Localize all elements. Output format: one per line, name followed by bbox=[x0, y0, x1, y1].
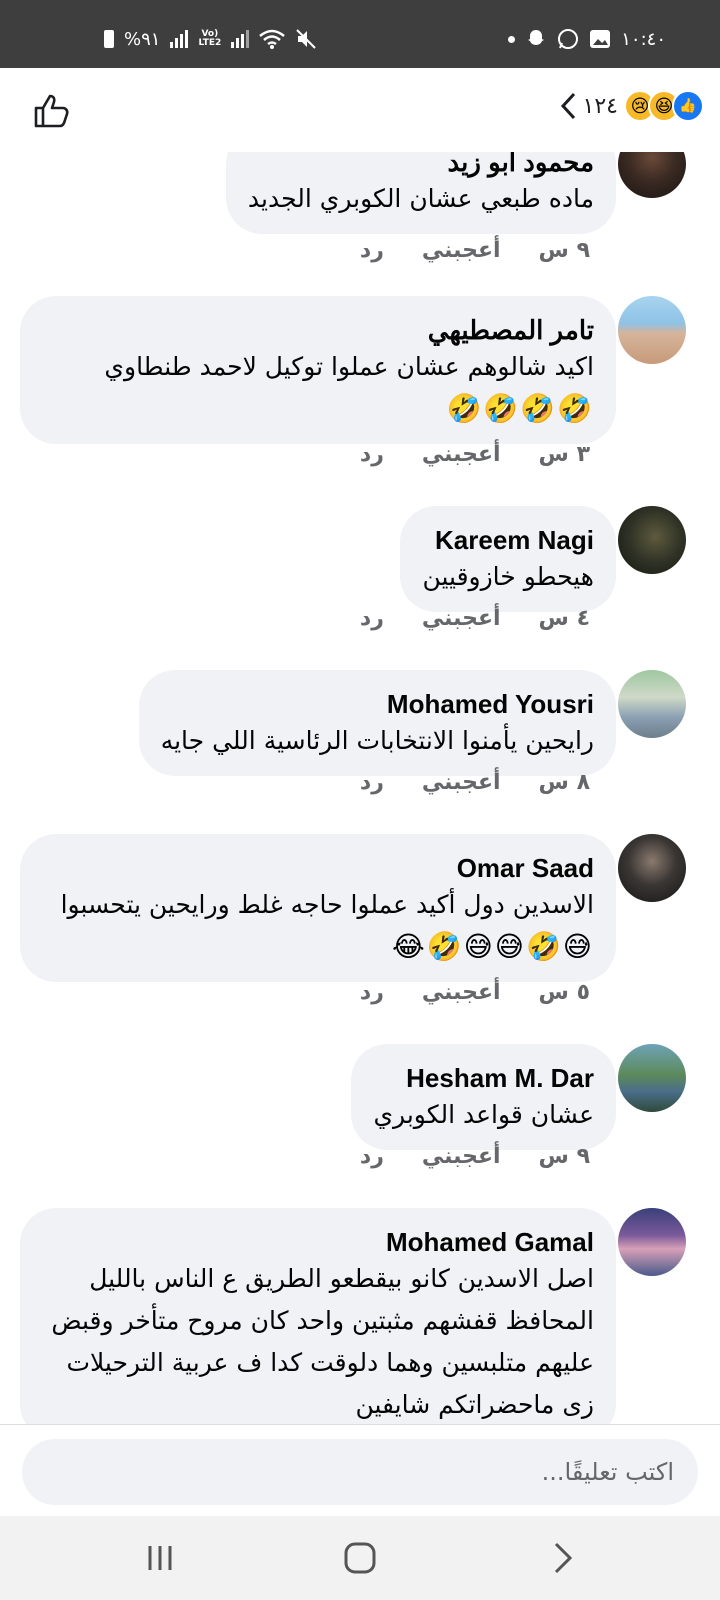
status-right: ١٠:٤٠ bbox=[508, 28, 666, 50]
comment-text: عشان قواعد الكوبري bbox=[373, 1100, 594, 1129]
comment-author[interactable]: تامر المصطيهي bbox=[42, 314, 594, 346]
reply-button[interactable]: رد bbox=[360, 980, 384, 1005]
comment-bubble: Omar Saad الاسدين دول أكيد عملوا حاجه غل… bbox=[20, 834, 616, 982]
comment-bubble: تامر المصطيهي اكيد شالوهم عشان عملوا توك… bbox=[20, 296, 616, 444]
reactions-summary[interactable]: ١٢٤ 😢 😆 👍 bbox=[559, 90, 704, 122]
comment-composer-bar bbox=[0, 1424, 720, 1517]
reply-button[interactable]: رد bbox=[360, 770, 384, 795]
avatar[interactable] bbox=[618, 296, 686, 364]
like-button[interactable]: أعجبني bbox=[422, 770, 501, 795]
avatar[interactable] bbox=[618, 506, 686, 574]
comment-input[interactable] bbox=[22, 1439, 698, 1505]
avatar[interactable] bbox=[618, 1044, 686, 1112]
reply-button[interactable]: رد bbox=[360, 442, 384, 467]
reply-button[interactable]: رد bbox=[360, 606, 384, 631]
avatar[interactable] bbox=[618, 670, 686, 738]
mute-icon bbox=[296, 29, 316, 49]
comment-emojis: 😅🤣😅😅🤣😂 bbox=[391, 930, 594, 963]
status-bar: %٩١ Vo) LTE2 ١٠:٤٠ bbox=[0, 0, 720, 68]
comment-composer[interactable] bbox=[22, 1439, 698, 1505]
comment-bubble: Kareem Nagi هيحطو خازوقيين bbox=[400, 506, 616, 612]
comment-time: ٩ س bbox=[538, 1144, 590, 1169]
comment-text: هيحطو خازوقيين bbox=[422, 562, 594, 591]
status-left: %٩١ Vo) LTE2 bbox=[104, 28, 317, 50]
comment-text: اصل الاسدين كانو بيقطعو الطريق ع الناس ب… bbox=[51, 1264, 594, 1419]
comment-time: ٩ س bbox=[538, 238, 590, 263]
gallery-icon bbox=[590, 30, 611, 48]
comment-emojis: 🤣🤣🤣🤣 bbox=[446, 392, 594, 425]
avatar[interactable] bbox=[618, 834, 686, 902]
like-button[interactable]: أعجبني bbox=[422, 238, 501, 263]
comments-feed[interactable]: محمود ابو زيد ماده طبعي عشان الكوبري الج… bbox=[0, 152, 720, 1424]
signal-icon bbox=[170, 30, 189, 48]
comment-bubble: محمود ابو زيد ماده طبعي عشان الكوبري الج… bbox=[225, 152, 616, 234]
comment-time: ٣ س bbox=[538, 442, 590, 467]
reaction-icons: 😢 😆 👍 bbox=[624, 90, 704, 122]
like-reaction-icon: 👍 bbox=[672, 90, 704, 122]
avatar[interactable] bbox=[618, 1208, 686, 1276]
like-outline-icon[interactable] bbox=[30, 88, 74, 132]
comment-actions: ٩ س أعجبني رد bbox=[360, 238, 590, 263]
battery-level: %٩١ bbox=[124, 28, 161, 50]
notification-dot-icon bbox=[508, 35, 516, 43]
clock: ١٠:٤٠ bbox=[621, 28, 666, 50]
comment-text: ماده طبعي عشان الكوبري الجديد bbox=[247, 184, 594, 213]
battery-icon bbox=[104, 30, 114, 48]
reaction-count: ١٢٤ bbox=[582, 93, 618, 119]
comment-actions: ٥ س أعجبني رد bbox=[360, 980, 590, 1005]
volte-icon: Vo) LTE2 bbox=[198, 29, 222, 48]
wifi-icon bbox=[259, 29, 286, 49]
reply-button[interactable]: رد bbox=[360, 238, 384, 263]
recent-apps-icon[interactable] bbox=[138, 1536, 182, 1580]
whatsapp-icon bbox=[558, 29, 579, 49]
comment-text: الاسدين دول أكيد عملوا حاجه غلط ورايحين … bbox=[60, 890, 594, 919]
comments-header: ١٢٤ 😢 😆 👍 bbox=[0, 68, 720, 152]
avatar[interactable] bbox=[618, 152, 686, 198]
comment-bubble: Mohamed Gamal اصل الاسدين كانو بيقطعو ال… bbox=[20, 1208, 616, 1424]
comment-actions: ٩ س أعجبني رد bbox=[360, 1144, 590, 1169]
like-button[interactable]: أعجبني bbox=[422, 980, 501, 1005]
comment-text: اكيد شالوهم عشان عملوا توكيل لاحمد طنطاو… bbox=[104, 352, 594, 381]
comment-bubble: Hesham M. Dar عشان قواعد الكوبري bbox=[351, 1044, 616, 1150]
system-nav-bar bbox=[0, 1516, 720, 1600]
comment-author[interactable]: Mohamed Gamal bbox=[42, 1226, 594, 1258]
reply-button[interactable]: رد bbox=[360, 1144, 384, 1169]
chevron-left-icon[interactable] bbox=[559, 91, 577, 121]
comment-actions: ٣ س أعجبني رد bbox=[360, 442, 590, 467]
comment-author[interactable]: محمود ابو زيد bbox=[248, 152, 594, 178]
comment-text: رايحين يأمنوا الانتخابات الرئاسية اللي ج… bbox=[160, 726, 594, 755]
comment-actions: ٨ س أعجبني رد bbox=[360, 770, 590, 795]
snapchat-icon bbox=[528, 30, 545, 45]
comment-author[interactable]: Kareem Nagi bbox=[422, 524, 594, 556]
comment-author[interactable]: Hesham M. Dar bbox=[373, 1062, 594, 1094]
comment-time: ٥ س bbox=[538, 980, 590, 1005]
home-icon[interactable] bbox=[338, 1536, 382, 1580]
like-button[interactable]: أعجبني bbox=[422, 606, 501, 631]
comment-author[interactable]: Mohamed Yousri bbox=[161, 688, 594, 720]
like-button[interactable]: أعجبني bbox=[422, 442, 501, 467]
comment-author[interactable]: Omar Saad bbox=[42, 852, 594, 884]
like-button[interactable]: أعجبني bbox=[422, 1144, 501, 1169]
comment-actions: ٤ س أعجبني رد bbox=[360, 606, 590, 631]
back-icon[interactable] bbox=[540, 1536, 584, 1580]
comment-bubble: Mohamed Yousri رايحين يأمنوا الانتخابات … bbox=[138, 670, 616, 776]
signal-icon-2 bbox=[231, 30, 250, 48]
comment-time: ٨ س bbox=[538, 770, 590, 795]
comment-time: ٤ س bbox=[538, 606, 590, 631]
